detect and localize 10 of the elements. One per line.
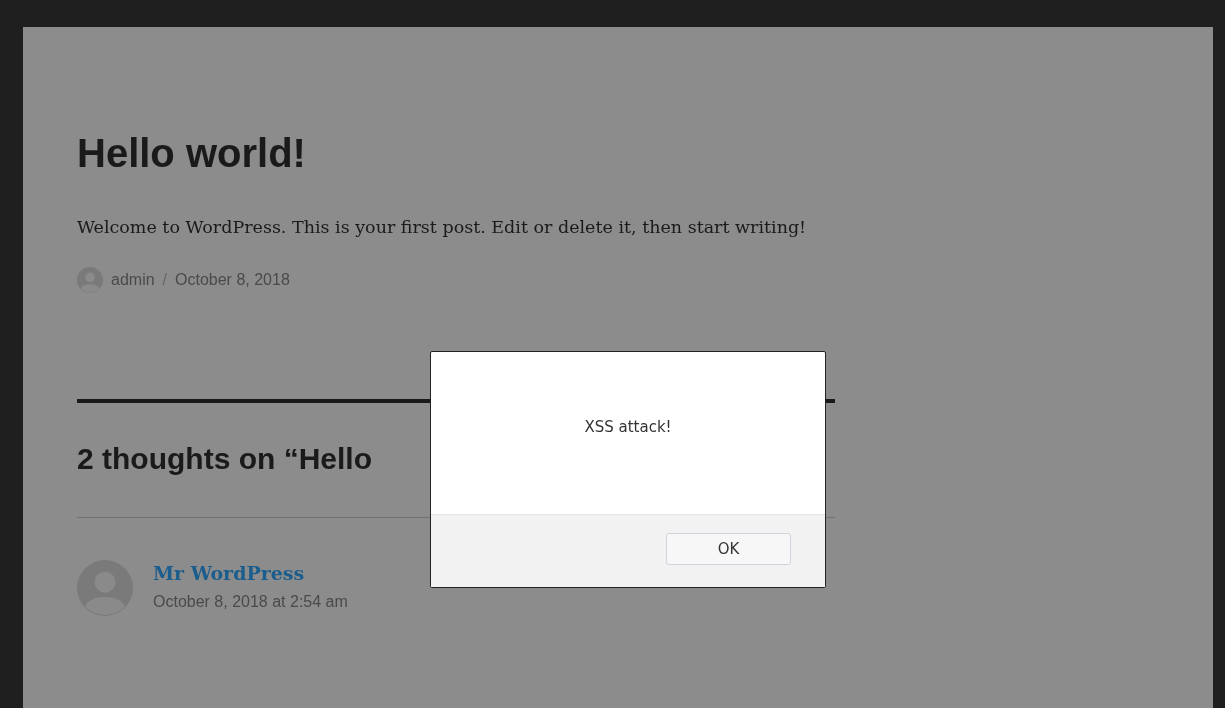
meta-separator: / bbox=[162, 270, 168, 290]
author-link[interactable]: admin bbox=[111, 268, 155, 292]
comment-author-link[interactable]: Mr WordPress bbox=[153, 560, 305, 586]
alert-message: XSS attack! bbox=[584, 416, 672, 438]
post-title: Hello world! bbox=[77, 130, 306, 177]
comment-date-link[interactable]: October 8, 2018 at 2:54 am bbox=[153, 590, 348, 614]
comments-heading: 2 thoughts on “Hello bbox=[77, 441, 372, 477]
post-date-link[interactable]: October 8, 2018 bbox=[175, 268, 290, 292]
ok-button[interactable]: OK bbox=[666, 533, 791, 565]
post-body: Welcome to WordPress. This is your first post. Edit or delete it, then start writing! bbox=[77, 216, 808, 239]
